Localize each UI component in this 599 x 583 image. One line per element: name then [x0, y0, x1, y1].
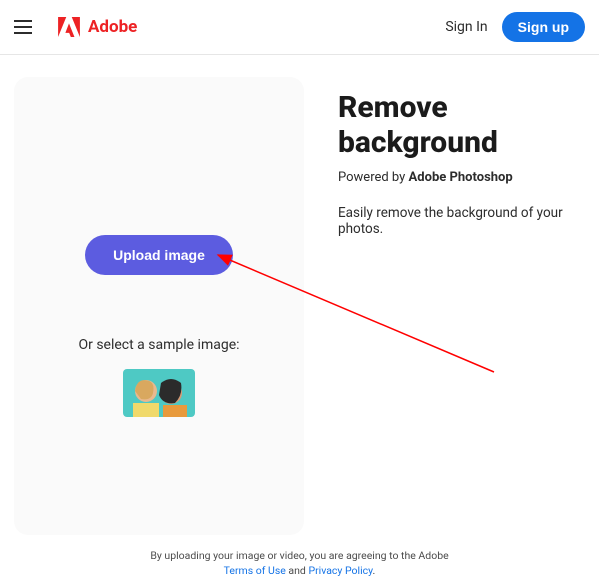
brand-name: Adobe: [88, 17, 137, 37]
hero-description: Easily remove the background of your pho…: [338, 205, 585, 237]
privacy-link[interactable]: Privacy Policy: [308, 564, 372, 577]
upload-image-button[interactable]: Upload image: [85, 235, 233, 275]
adobe-logo-icon: [58, 17, 80, 37]
main-content: Upload image Or select a sample image: R…: [0, 55, 599, 543]
legal-and: and: [286, 564, 309, 577]
legal-suffix: .: [373, 564, 376, 577]
signup-button[interactable]: Sign up: [502, 12, 585, 42]
sample-image-thumbnail[interactable]: [123, 369, 195, 417]
top-header: Adobe Sign In Sign up: [0, 0, 599, 55]
header-right: Sign In Sign up: [445, 12, 585, 42]
header-left: Adobe: [14, 17, 137, 37]
powered-by-text: Powered by Adobe Photoshop: [338, 170, 585, 185]
legal-prefix: By uploading your image or video, you ar…: [150, 549, 448, 562]
page-title: Remove background: [338, 91, 585, 160]
sample-prompt-text: Or select a sample image:: [78, 337, 239, 353]
hero-column: Remove background Powered by Adobe Photo…: [338, 77, 585, 535]
upload-panel: Upload image Or select a sample image:: [14, 77, 304, 535]
signin-link[interactable]: Sign In: [445, 19, 487, 35]
terms-link[interactable]: Terms of Use: [224, 564, 286, 577]
legal-footer: By uploading your image or video, you ar…: [0, 549, 599, 578]
brand-logo[interactable]: Adobe: [58, 17, 137, 37]
powered-prefix: Powered by: [338, 170, 409, 185]
powered-strong: Adobe Photoshop: [409, 170, 513, 185]
hamburger-menu-icon[interactable]: [14, 20, 32, 34]
